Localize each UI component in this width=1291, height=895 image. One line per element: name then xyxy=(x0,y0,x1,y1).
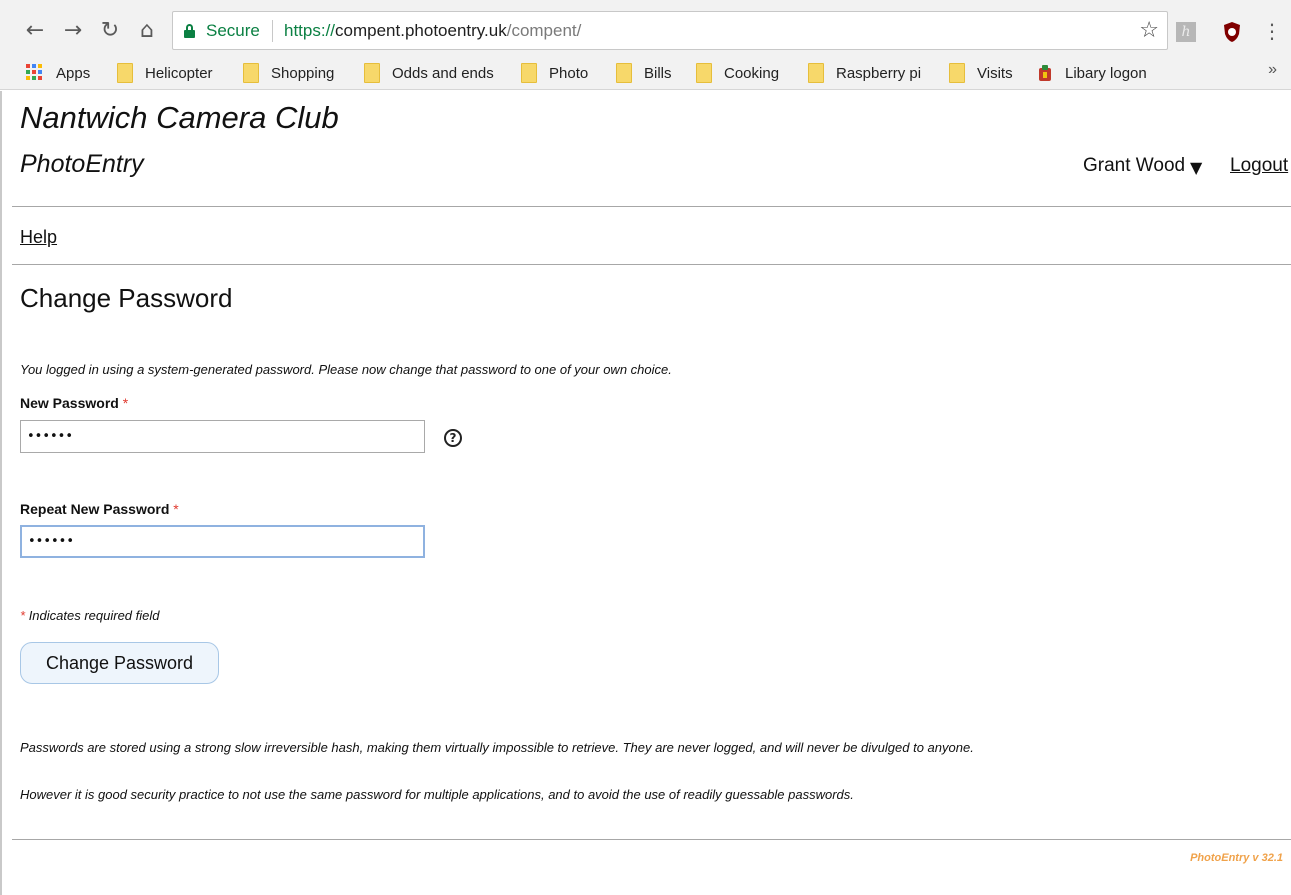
ublock-shield-icon[interactable] xyxy=(1222,21,1242,43)
folder-icon xyxy=(364,63,380,83)
bookmark-star-icon[interactable]: ☆ xyxy=(1139,18,1159,44)
bookmark-label: Visits xyxy=(977,64,1013,82)
page-title: Change Password xyxy=(20,283,233,313)
security-practice-note: However it is good security practice to … xyxy=(20,787,854,802)
omnibox-divider xyxy=(272,20,273,42)
bookmark-visits[interactable]: Visits xyxy=(949,62,1013,84)
intro-text: You logged in using a system-generated p… xyxy=(20,362,672,377)
folder-icon xyxy=(521,63,537,83)
address-bar[interactable]: Secure https://compent.photoentry.uk/com… xyxy=(172,11,1168,50)
required-asterisk: * xyxy=(20,608,26,623)
bookmark-label: Apps xyxy=(56,64,91,82)
home-icon[interactable]: ⌂ xyxy=(134,18,160,44)
required-note-text: Indicates required field xyxy=(28,608,160,623)
back-arrow-icon[interactable]: ← xyxy=(22,18,48,44)
bookmark-label: Bills xyxy=(644,64,672,82)
bookmarks-bar: Apps Helicopter Shopping Odds and ends P… xyxy=(0,55,1291,90)
folder-icon xyxy=(243,63,259,83)
extension-h-icon[interactable]: h xyxy=(1176,22,1196,42)
bookmark-label: Helicopter xyxy=(145,64,213,82)
required-asterisk: * xyxy=(173,501,179,517)
url-text[interactable]: https://compent.photoentry.uk/compent/ xyxy=(284,21,581,41)
browser-tab-strip xyxy=(0,0,1291,8)
folder-icon xyxy=(949,63,965,83)
repeat-password-input[interactable] xyxy=(20,525,425,558)
folder-icon xyxy=(808,63,824,83)
bookmark-label: Odds and ends xyxy=(392,64,494,82)
new-password-label-text: New Password xyxy=(20,395,119,411)
reload-icon[interactable]: ↻ xyxy=(97,18,123,44)
required-field-note: * Indicates required field xyxy=(20,608,160,623)
repeat-password-label: Repeat New Password * xyxy=(20,501,179,517)
version-label: PhotoEntry v 32.1 xyxy=(1190,852,1283,864)
caret-down-icon[interactable]: ▼ xyxy=(1190,158,1202,177)
new-password-label: New Password * xyxy=(20,395,128,411)
site-title: Nantwich Camera Club xyxy=(20,100,339,135)
browser-menu-icon[interactable]: ⋮ xyxy=(1262,18,1282,44)
bookmark-label: Cooking xyxy=(724,64,780,82)
bookmark-bills[interactable]: Bills xyxy=(616,62,672,84)
bookmark-raspberry-pi[interactable]: Raspberry pi xyxy=(808,62,921,84)
url-scheme: https:// xyxy=(284,21,336,40)
bookmark-label: Libary logon xyxy=(1065,64,1147,82)
user-menu-name[interactable]: Grant Wood xyxy=(1083,155,1185,177)
page-content: Nantwich Camera Club PhotoEntry Grant Wo… xyxy=(0,91,1291,895)
forward-arrow-icon[interactable]: → xyxy=(60,18,86,44)
site-subtitle: PhotoEntry xyxy=(20,150,144,178)
url-host: compent.photoentry.uk xyxy=(335,21,507,40)
bookmark-apps[interactable]: Apps xyxy=(26,62,90,84)
bookmark-label: Photo xyxy=(549,64,589,82)
repeat-password-label-text: Repeat New Password xyxy=(20,501,170,517)
folder-icon xyxy=(117,63,133,83)
help-link[interactable]: Help xyxy=(20,227,57,248)
lock-icon xyxy=(184,24,195,38)
folder-icon xyxy=(616,63,632,83)
bookmarks-overflow-icon[interactable]: » xyxy=(1268,61,1277,79)
footer-divider xyxy=(12,839,1291,840)
apps-grid-icon xyxy=(26,64,44,82)
url-path: /compent/ xyxy=(506,21,582,40)
bookmark-cooking[interactable]: Cooking xyxy=(696,62,779,84)
storage-note: Passwords are stored using a strong slow… xyxy=(20,740,974,755)
nav-divider xyxy=(12,264,1291,265)
bookmark-label: Shopping xyxy=(271,64,335,82)
help-question-icon[interactable]: ? xyxy=(444,429,462,447)
bookmark-odds-and-ends[interactable]: Odds and ends xyxy=(364,62,494,84)
bookmark-label: Raspberry pi xyxy=(836,64,922,82)
bookmark-libary-logon[interactable]: Libary logon xyxy=(1037,62,1147,84)
logout-link[interactable]: Logout xyxy=(1230,155,1288,177)
header-divider xyxy=(12,206,1291,207)
browser-toolbar: ← → ↻ ⌂ Secure https://compent.photoentr… xyxy=(0,8,1291,55)
new-password-input[interactable] xyxy=(20,420,425,453)
change-password-button[interactable]: Change Password xyxy=(20,642,219,684)
bookmark-photo[interactable]: Photo xyxy=(521,62,588,84)
folder-icon xyxy=(696,63,712,83)
secure-label: Secure xyxy=(206,21,260,40)
bookmark-helicopter[interactable]: Helicopter xyxy=(117,62,213,84)
bookmark-shopping[interactable]: Shopping xyxy=(243,62,334,84)
library-icon xyxy=(1039,65,1051,81)
required-asterisk: * xyxy=(122,395,129,411)
